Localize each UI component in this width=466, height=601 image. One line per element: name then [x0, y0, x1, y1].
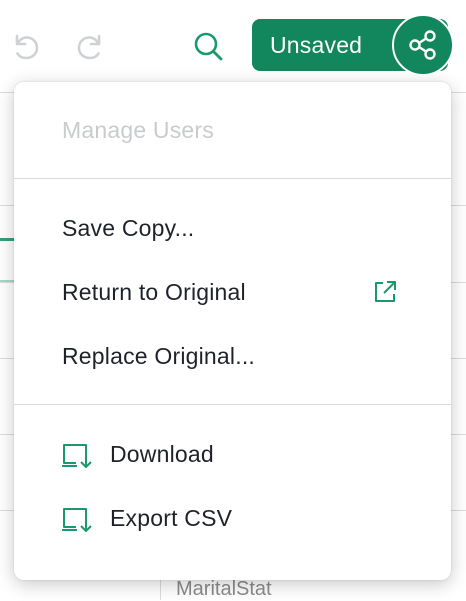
menu-item-return-to-original[interactable]: Return to Original	[14, 265, 451, 319]
unsaved-label: Unsaved	[270, 31, 363, 58]
menu-item-label: Replace Original...	[62, 342, 255, 369]
menu-item-label: Export CSV	[110, 504, 233, 531]
undo-button[interactable]	[6, 26, 46, 66]
toolbar: Unsaved	[0, 0, 466, 90]
menu-item-replace-original[interactable]: Replace Original...	[14, 329, 451, 383]
redo-button[interactable]	[70, 26, 110, 66]
redo-icon	[77, 34, 101, 60]
menu-item-label: Download	[110, 440, 214, 467]
menu-item-download[interactable]: Download	[14, 427, 451, 481]
search-button[interactable]	[186, 24, 230, 68]
share-menu: Manage Users Save Copy... Return to Orig…	[14, 82, 451, 580]
external-link-icon	[375, 281, 396, 302]
menu-item-save-copy[interactable]: Save Copy...	[14, 201, 451, 255]
share-button[interactable]	[392, 14, 454, 76]
menu-divider	[14, 404, 451, 405]
share-icon	[409, 30, 436, 60]
menu-item-export-csv[interactable]: Export CSV	[14, 491, 451, 545]
search-icon	[194, 32, 223, 61]
menu-item-manage-users: Manage Users	[14, 103, 451, 157]
column-header-peek: MaritalStat	[176, 578, 272, 600]
menu-item-label: Save Copy...	[62, 214, 195, 241]
menu-divider	[14, 178, 451, 179]
download-icon	[62, 508, 92, 532]
selection-indicator	[0, 238, 14, 241]
menu-item-label: Manage Users	[62, 116, 214, 143]
selection-indicator	[0, 280, 14, 282]
undo-icon	[15, 34, 39, 60]
download-icon	[62, 444, 92, 468]
menu-item-label: Return to Original	[62, 278, 246, 305]
